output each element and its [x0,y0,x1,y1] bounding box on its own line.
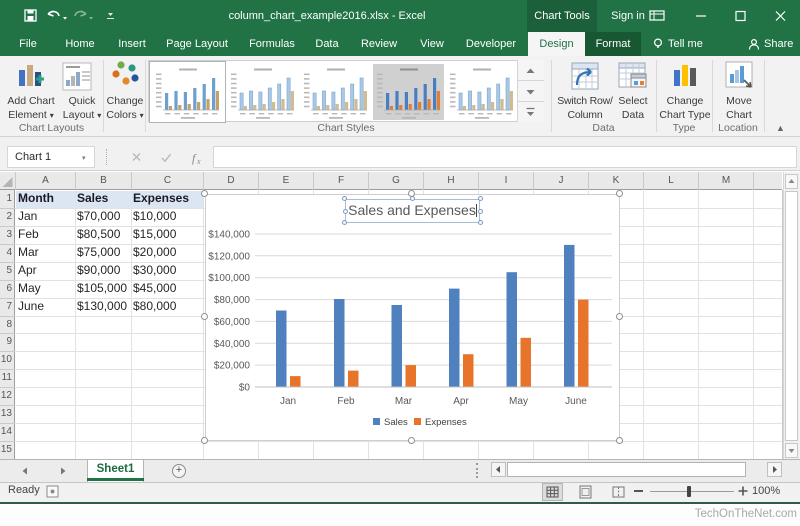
svg-text:Jan: Jan [280,396,296,407]
svg-text:$0: $0 [239,383,251,394]
svg-text:$60,000: $60,000 [214,317,251,328]
svg-text:May: May [509,396,528,407]
svg-text:Expenses: Expenses [425,417,467,428]
svg-text:$100,000: $100,000 [208,273,250,284]
svg-text:$80,000: $80,000 [214,295,251,306]
svg-text:Sales: Sales [384,417,408,428]
svg-text:$140,000: $140,000 [208,230,250,241]
svg-text:Feb: Feb [337,396,355,407]
svg-text:$120,000: $120,000 [208,251,250,262]
svg-text:$20,000: $20,000 [214,361,251,372]
svg-text:$40,000: $40,000 [214,339,251,350]
svg-text:Apr: Apr [453,396,469,407]
svg-text:x: x [196,157,201,166]
svg-text:June: June [565,396,587,407]
svg-text:Mar: Mar [395,396,413,407]
